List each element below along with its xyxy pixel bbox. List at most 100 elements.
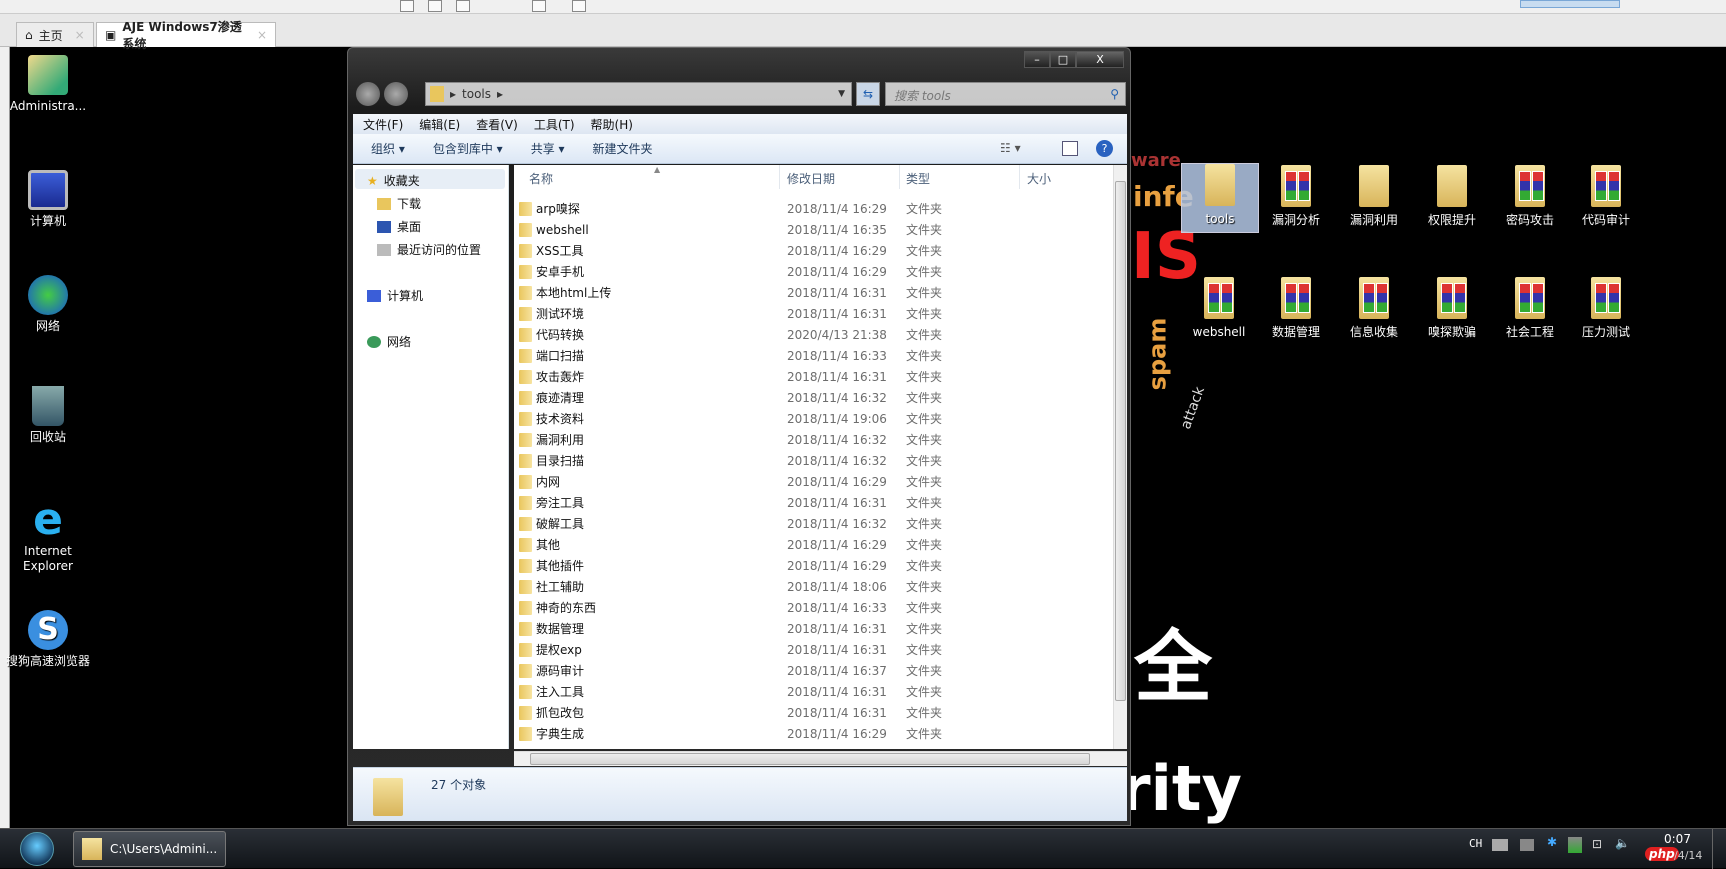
file-row[interactable]: 抓包改包 2018/11/4 16:31 文件夹 bbox=[514, 702, 1113, 723]
address-bar[interactable]: ▸ tools ▸ ▼ bbox=[425, 82, 852, 106]
maximize-button[interactable]: □ bbox=[1050, 51, 1076, 68]
desktop-folder[interactable]: tools bbox=[1181, 163, 1259, 233]
show-desktop-button[interactable] bbox=[1712, 829, 1726, 869]
close-icon[interactable]: × bbox=[75, 28, 85, 42]
scroll-thumb[interactable] bbox=[1115, 181, 1126, 701]
clock-date[interactable]: /4/14 bbox=[1674, 849, 1702, 862]
toolbar-button[interactable] bbox=[532, 0, 546, 12]
file-row[interactable]: 代码转换 2020/4/13 21:38 文件夹 bbox=[514, 324, 1113, 345]
desktop-folder[interactable]: 权限提升 bbox=[1407, 165, 1497, 228]
file-row[interactable]: 其他 2018/11/4 16:29 文件夹 bbox=[514, 534, 1113, 555]
desktop-folder[interactable]: 压力测试 bbox=[1561, 277, 1651, 340]
file-row[interactable]: 攻击轰炸 2018/11/4 16:31 文件夹 bbox=[514, 366, 1113, 387]
menu-item[interactable]: 工具(T) bbox=[534, 116, 575, 132]
horizontal-scrollbar[interactable] bbox=[514, 751, 1127, 766]
column-header-size[interactable]: 大小 bbox=[1027, 170, 1051, 187]
nav-favorites[interactable]: ★ 收藏夹 bbox=[367, 172, 420, 189]
forward-button[interactable] bbox=[384, 82, 408, 106]
file-row[interactable]: 源码审计 2018/11/4 16:37 文件夹 bbox=[514, 660, 1113, 681]
minimize-button[interactable]: – bbox=[1024, 51, 1050, 68]
taskbar-explorer-button[interactable]: C:\Users\Admini... bbox=[73, 831, 226, 867]
file-row[interactable]: 内网 2018/11/4 16:29 文件夹 bbox=[514, 471, 1113, 492]
file-row[interactable]: 技术资料 2018/11/4 19:06 文件夹 bbox=[514, 408, 1113, 429]
vertical-scrollbar[interactable] bbox=[1113, 165, 1127, 749]
file-row[interactable]: 旁注工具 2018/11/4 16:31 文件夹 bbox=[514, 492, 1113, 513]
toolbar-button[interactable] bbox=[428, 0, 442, 12]
menu-item[interactable]: 编辑(E) bbox=[419, 116, 460, 132]
desktop-folder[interactable]: 漏洞利用 bbox=[1329, 165, 1419, 228]
command-button[interactable]: 组织 ▾ bbox=[371, 140, 405, 157]
file-row[interactable]: XSS工具 2018/11/4 16:29 文件夹 bbox=[514, 240, 1113, 261]
refresh-button[interactable]: ⇆ bbox=[856, 82, 880, 106]
file-row[interactable]: 本地html上传 2018/11/4 16:31 文件夹 bbox=[514, 282, 1113, 303]
scroll-thumb[interactable] bbox=[530, 753, 1090, 765]
close-button[interactable]: X bbox=[1076, 51, 1124, 68]
usb-icon[interactable] bbox=[1568, 837, 1582, 853]
menu-item[interactable]: 查看(V) bbox=[476, 116, 518, 132]
bluetooth-icon[interactable]: ✱ bbox=[1547, 835, 1557, 849]
nav-desktop[interactable]: 桌面 bbox=[377, 218, 421, 235]
desktop-folder[interactable]: 漏洞分析 bbox=[1251, 165, 1341, 228]
desktop-icon-computer[interactable]: 计算机 bbox=[3, 170, 93, 229]
desktop-icon-administrator[interactable]: Administra... bbox=[3, 55, 93, 114]
back-button[interactable] bbox=[356, 82, 380, 106]
desktop-folder[interactable]: 代码审计 bbox=[1561, 165, 1651, 228]
file-row[interactable]: 测试环境 2018/11/4 16:31 文件夹 bbox=[514, 303, 1113, 324]
preview-pane-button[interactable] bbox=[1062, 141, 1078, 156]
desktop-icon-sogou[interactable]: S 搜狗高速浏览器 bbox=[3, 610, 93, 669]
ime-indicator[interactable]: CH bbox=[1469, 837, 1482, 850]
tab-vm[interactable]: ▣ AJE Windows7渗透系统 × bbox=[96, 20, 276, 51]
breadcrumb-tools[interactable]: tools bbox=[462, 87, 491, 101]
nav-downloads[interactable]: 下载 bbox=[377, 195, 421, 212]
desktop-icon-recycle-bin[interactable]: 回收站 bbox=[3, 386, 93, 445]
menu-item[interactable]: 文件(F) bbox=[363, 116, 403, 132]
desktop-icon-ie[interactable]: e Internet Explorer bbox=[3, 498, 93, 574]
file-row[interactable]: 端口扫描 2018/11/4 16:33 文件夹 bbox=[514, 345, 1113, 366]
desktop-folder[interactable]: 嗅探欺骗 bbox=[1407, 277, 1497, 340]
file-row[interactable]: 社工辅助 2018/11/4 18:06 文件夹 bbox=[514, 576, 1113, 597]
file-row[interactable]: webshell 2018/11/4 16:35 文件夹 bbox=[514, 219, 1113, 240]
tray-icon[interactable] bbox=[1520, 839, 1534, 851]
file-row[interactable]: 安卓手机 2018/11/4 16:29 文件夹 bbox=[514, 261, 1113, 282]
file-row[interactable]: 注入工具 2018/11/4 16:31 文件夹 bbox=[514, 681, 1113, 702]
desktop-folder[interactable]: 数据管理 bbox=[1251, 277, 1341, 340]
nav-computer[interactable]: 计算机 bbox=[367, 287, 423, 304]
network-status-icon[interactable]: ⊡ bbox=[1592, 837, 1602, 851]
command-button[interactable]: 共享 ▾ bbox=[531, 140, 565, 157]
nav-recent[interactable]: 最近访问的位置 bbox=[377, 241, 481, 258]
clock-time[interactable]: 0:07 bbox=[1664, 832, 1691, 846]
start-button[interactable] bbox=[20, 832, 54, 866]
view-options-button[interactable]: ☷ ▾ bbox=[1000, 141, 1021, 155]
close-icon[interactable]: × bbox=[257, 28, 267, 42]
command-button[interactable]: 包含到库中 ▾ bbox=[433, 140, 503, 157]
toolbar-button[interactable] bbox=[456, 0, 470, 12]
column-header-type[interactable]: 类型 bbox=[906, 170, 930, 187]
help-icon[interactable]: ? bbox=[1096, 140, 1113, 157]
column-header-name[interactable]: 名称 bbox=[529, 170, 553, 187]
file-row[interactable]: 数据管理 2018/11/4 16:31 文件夹 bbox=[514, 618, 1113, 639]
file-row[interactable]: 其他插件 2018/11/4 16:29 文件夹 bbox=[514, 555, 1113, 576]
file-row[interactable]: 字典生成 2018/11/4 16:29 文件夹 bbox=[514, 723, 1113, 744]
file-row[interactable]: arp嗅探 2018/11/4 16:29 文件夹 bbox=[514, 198, 1113, 219]
keyboard-icon[interactable] bbox=[1492, 839, 1508, 851]
search-input[interactable]: 搜索 tools ⚲ bbox=[885, 82, 1126, 106]
menu-item[interactable]: 帮助(H) bbox=[591, 116, 633, 132]
desktop-folder[interactable]: 信息收集 bbox=[1329, 277, 1419, 340]
file-row[interactable]: 神奇的东西 2018/11/4 16:33 文件夹 bbox=[514, 597, 1113, 618]
command-button[interactable]: 新建文件夹 bbox=[593, 140, 653, 157]
column-header-date[interactable]: 修改日期 bbox=[787, 170, 835, 187]
volume-icon[interactable]: 🔈 bbox=[1615, 836, 1630, 850]
file-name: 测试环境 bbox=[536, 307, 585, 321]
toolbar-button[interactable] bbox=[572, 0, 586, 12]
file-row[interactable]: 痕迹清理 2018/11/4 16:32 文件夹 bbox=[514, 387, 1113, 408]
nav-network[interactable]: 网络 bbox=[367, 333, 411, 350]
desktop-icon-network[interactable]: 网络 bbox=[3, 275, 93, 334]
toolbar-button[interactable] bbox=[400, 0, 414, 12]
chevron-down-icon[interactable]: ▼ bbox=[838, 89, 845, 99]
file-row[interactable]: 破解工具 2018/11/4 16:32 文件夹 bbox=[514, 513, 1113, 534]
file-row[interactable]: 提权exp 2018/11/4 16:31 文件夹 bbox=[514, 639, 1113, 660]
file-row[interactable]: 漏洞利用 2018/11/4 16:32 文件夹 bbox=[514, 429, 1113, 450]
file-row[interactable]: 目录扫描 2018/11/4 16:32 文件夹 bbox=[514, 450, 1113, 471]
host-search[interactable] bbox=[1520, 0, 1620, 8]
tab-home[interactable]: ⌂ 主页 × bbox=[16, 22, 94, 47]
